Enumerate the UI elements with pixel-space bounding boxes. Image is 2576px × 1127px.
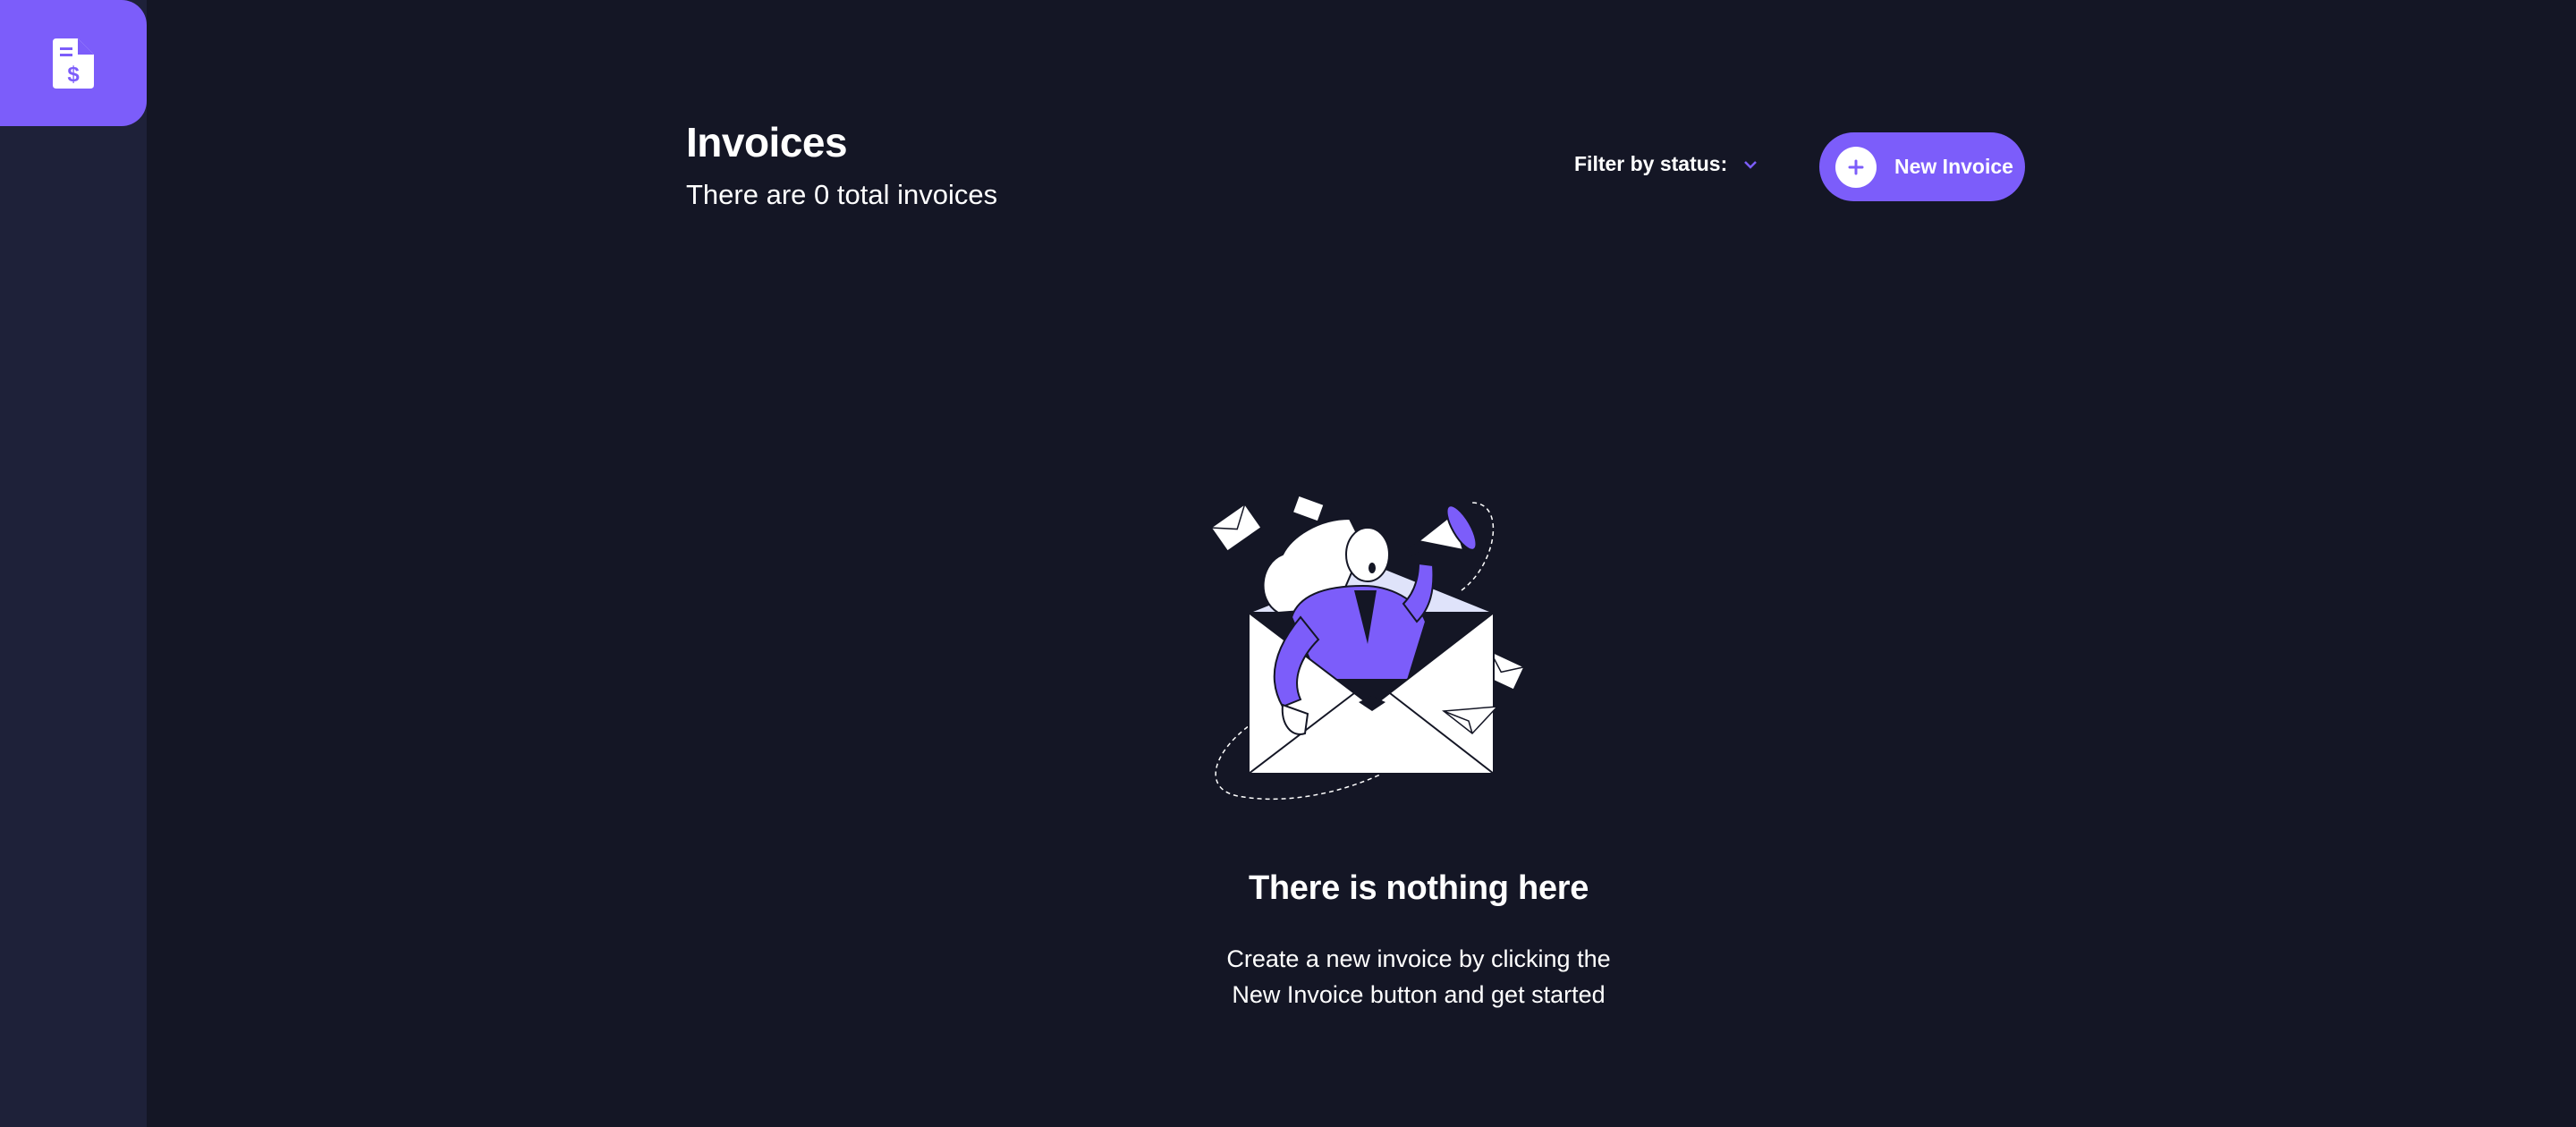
sidebar: $: [0, 0, 147, 1127]
new-invoice-label: New Invoice: [1894, 155, 2013, 178]
invoice-dollar-icon: $: [53, 38, 94, 89]
new-invoice-button[interactable]: New Invoice: [1819, 132, 2025, 201]
chevron-down-icon: [1744, 160, 1758, 169]
svg-text:$: $: [67, 63, 80, 87]
page-title: Invoices: [686, 119, 848, 165]
empty-state-illustration: [1209, 495, 1526, 801]
status-filter[interactable]: Filter by status:: [1574, 152, 1758, 176]
filter-label: Filter by status:: [1574, 152, 1728, 175]
invoice-count: There are 0 total invoices: [686, 179, 998, 210]
app-logo[interactable]: $: [0, 0, 147, 126]
plus-icon: [1835, 146, 1877, 188]
empty-state-title: There is nothing here: [1248, 869, 1589, 907]
main-content: Invoices There are 0 total invoices Filt…: [147, 0, 2576, 1127]
empty-state-text: Create a new invoice by clicking the New…: [1226, 945, 1611, 1008]
